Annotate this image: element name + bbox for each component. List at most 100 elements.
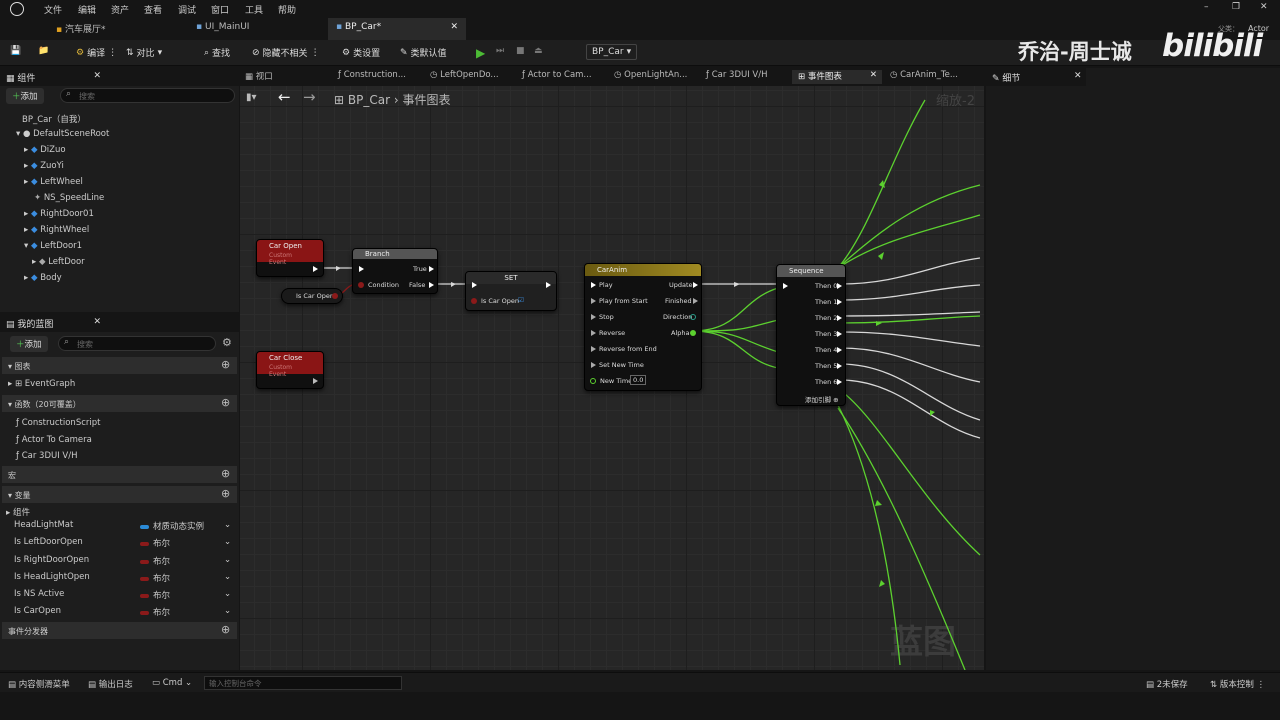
exec-out-pin[interactable] — [429, 266, 434, 272]
node-title: Branch — [353, 249, 437, 259]
exec-wire — [839, 363, 981, 421]
alpha-wire — [837, 407, 966, 670]
alpha-wire — [837, 404, 901, 666]
exec-wire — [839, 347, 981, 383]
pin-label: Condition — [368, 281, 400, 289]
caranim-timeline-node[interactable]: CarAnim Play Play from Start Stop Revers… — [584, 263, 702, 391]
pin-label: Play from Start — [599, 297, 648, 305]
branch-node[interactable]: Branch True Condition False — [352, 248, 438, 294]
log-icon: ▤ — [88, 680, 97, 690]
wire-arrow-icon — [878, 252, 884, 260]
node-title: Sequence — [777, 265, 845, 277]
exec-in-pin[interactable] — [591, 298, 596, 304]
alpha-wire — [691, 330, 779, 369]
bool-in-pin[interactable] — [471, 298, 477, 304]
exec-in-pin[interactable] — [359, 266, 364, 272]
exec-out-pin[interactable] — [837, 379, 842, 385]
alpha-wire — [839, 389, 981, 556]
pin-label: Play — [599, 281, 613, 289]
bool-out-pin[interactable] — [332, 293, 338, 299]
node-title: SET — [466, 272, 556, 284]
node-title: CarAnim — [585, 264, 701, 276]
exec-out-pin[interactable] — [837, 363, 842, 369]
pin-label: Finished — [665, 297, 692, 305]
pin-label: Then 4 — [815, 346, 838, 354]
drawer-icon: ▤ — [8, 680, 17, 690]
pin-label: Reverse from End — [599, 345, 657, 353]
output-log-button[interactable]: ▤ 输出日志 — [88, 678, 133, 690]
node-title: Is Car Open — [296, 292, 334, 300]
exec-in-pin[interactable] — [591, 346, 596, 352]
unsaved-icon: ▤ — [1146, 680, 1155, 690]
node-title: Car Open — [257, 240, 323, 252]
pin-label: Then 2 — [815, 314, 838, 322]
pin-label: New Time — [600, 377, 633, 385]
details-icon: ✎ — [992, 74, 1000, 84]
minimize-icon[interactable]: – — [1204, 2, 1209, 12]
log-label: 输出日志 — [98, 680, 133, 690]
maximize-icon[interactable]: ❐ — [1232, 2, 1240, 12]
watermark-author: 乔治-周士诚 — [1018, 40, 1132, 64]
watermark-site-logo: bilibili — [1162, 28, 1263, 64]
direction-out-pin[interactable] — [690, 314, 696, 320]
unsaved-indicator[interactable]: ▤ 2未保存 — [1146, 678, 1188, 690]
pin-label: Alpha — [671, 329, 690, 337]
condition-in-pin[interactable] — [358, 282, 364, 288]
console-icon: ▭ — [152, 678, 161, 688]
cmd-dropdown[interactable]: ▭ Cmd ⌄ — [152, 678, 192, 688]
exec-in-pin[interactable] — [591, 330, 596, 336]
drawer-label: 内容侧滑菜单 — [18, 680, 70, 690]
details-panel: ✎ 细节 ✕ — [986, 68, 1280, 670]
exec-wire — [839, 284, 981, 301]
exec-in-pin[interactable] — [472, 282, 477, 288]
alpha-out-pin[interactable] — [690, 330, 696, 336]
console-input[interactable]: 输入控制台命令 — [204, 676, 402, 690]
exec-in-pin[interactable] — [591, 362, 596, 368]
exec-in-pin[interactable] — [591, 282, 596, 288]
add-pin-button[interactable]: 添加引脚 ⊕ — [805, 394, 839, 404]
float-in-pin[interactable] — [590, 378, 596, 384]
set-variable-node[interactable]: SET Is Car Open ☑ — [465, 271, 557, 311]
alpha-wire — [691, 287, 779, 332]
add-pin-label: 添加引脚 — [805, 396, 831, 404]
node-subtitle: Custom Event — [257, 364, 323, 378]
pin-label: True — [413, 265, 427, 273]
source-control-icon: ⇅ — [1210, 680, 1218, 690]
alpha-wire — [691, 330, 779, 353]
content-drawer-button[interactable]: ▤ 内容侧滑菜单 — [8, 678, 70, 690]
pin-label: Then 1 — [815, 298, 838, 306]
exec-out-pin[interactable] — [313, 378, 318, 384]
pin-label: Then 6 — [815, 378, 838, 386]
exec-out-pin[interactable] — [313, 266, 318, 272]
details-header: ✎ 细节 ✕ — [986, 68, 1086, 86]
exec-out-pin[interactable] — [693, 282, 698, 288]
exec-in-pin[interactable] — [783, 283, 788, 289]
alpha-wire — [691, 319, 779, 332]
source-control-button[interactable]: ⇅ 版本控制 ⋮ — [1210, 678, 1265, 690]
exec-out-pin[interactable] — [837, 315, 842, 321]
car-open-event-node[interactable]: Car Open Custom Event — [256, 239, 324, 277]
source-control-label: 版本控制 — [1219, 680, 1254, 690]
car-close-event-node[interactable]: Car Close Custom Event — [256, 351, 324, 389]
checkbox-icon[interactable]: ☑ — [518, 296, 524, 304]
node-title: Car Close — [257, 352, 323, 364]
alpha-wire — [837, 214, 981, 269]
details-title: 细节 — [1002, 74, 1021, 84]
exec-out-pin[interactable] — [837, 331, 842, 337]
exec-out-pin[interactable] — [837, 299, 842, 305]
new-time-input[interactable]: 0.0 — [630, 375, 647, 385]
exec-wire — [839, 311, 981, 317]
exec-out-pin[interactable] — [837, 283, 842, 289]
pin-label: Reverse — [599, 329, 626, 337]
exec-out-pin[interactable] — [837, 347, 842, 353]
pin-label: Set New Time — [599, 361, 644, 369]
exec-out-pin[interactable] — [546, 282, 551, 288]
sequence-node[interactable]: Sequence Then 0 Then 1 Then 2 Then 3 The… — [776, 264, 846, 406]
exec-out-pin[interactable] — [693, 298, 698, 304]
is-car-open-getter-node[interactable]: Is Car Open — [281, 288, 343, 304]
exec-out-pin[interactable] — [429, 282, 434, 288]
exec-in-pin[interactable] — [591, 314, 596, 320]
close-panel-icon[interactable]: ✕ — [1074, 71, 1082, 81]
alpha-wire — [839, 315, 981, 324]
close-icon[interactable]: ✕ — [1260, 2, 1268, 12]
